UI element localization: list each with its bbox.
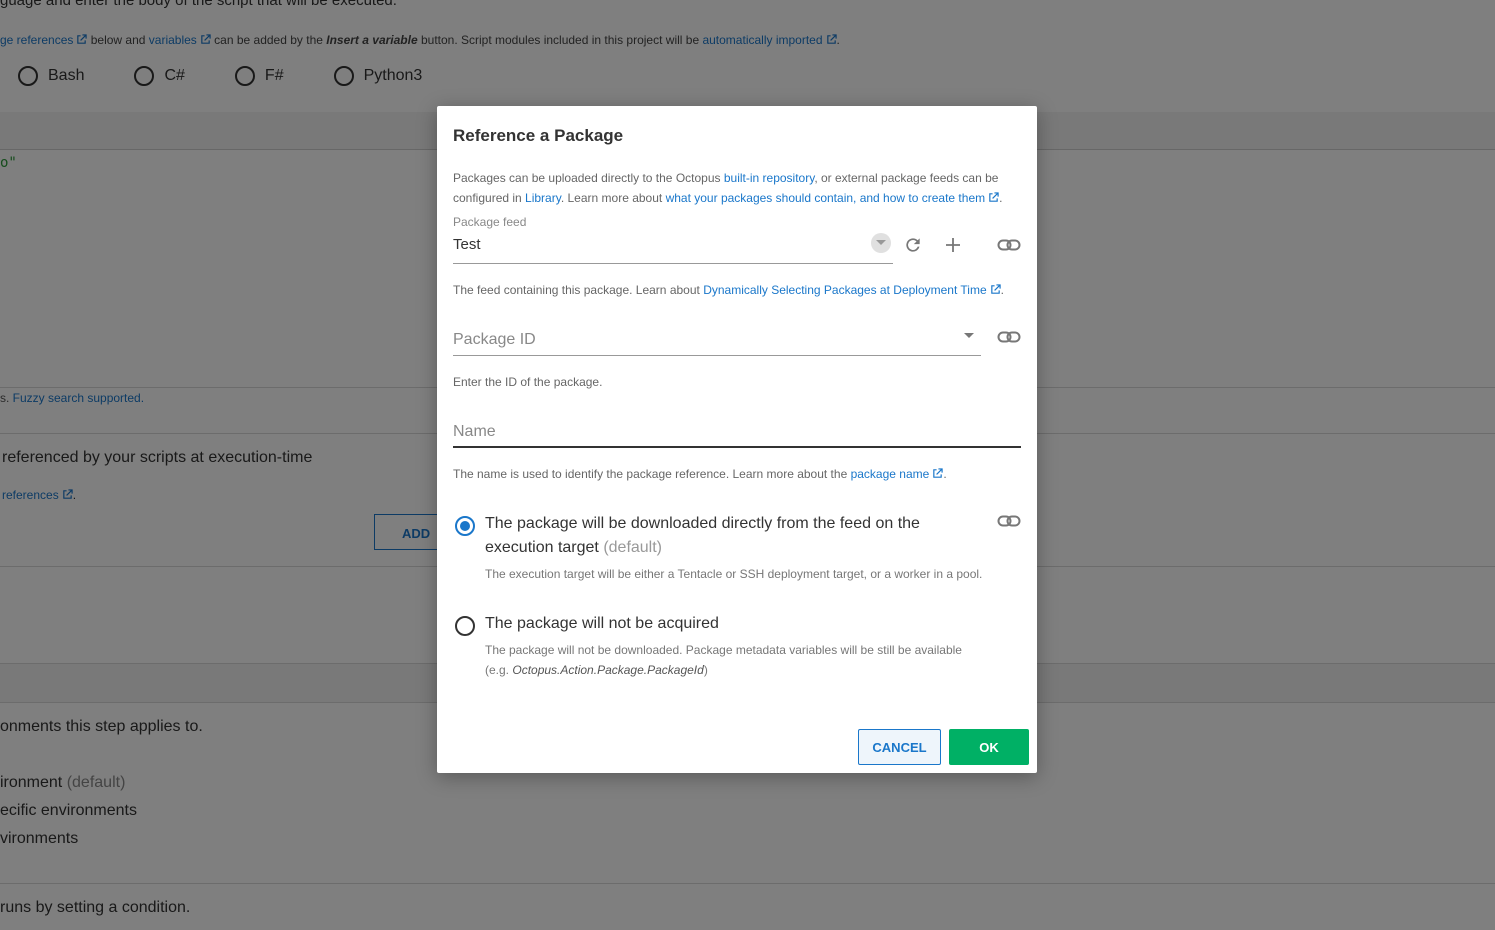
package-feed-select[interactable]: Test	[453, 236, 481, 253]
chevron-down-icon[interactable]	[964, 333, 974, 338]
package-id-underline	[453, 355, 981, 356]
dialog-intro: Packages can be uploaded directly to the…	[453, 171, 1003, 205]
chevron-down-icon[interactable]	[871, 233, 891, 253]
refresh-icon[interactable]	[901, 233, 925, 257]
cancel-button[interactable]: CANCEL	[858, 729, 941, 765]
package-id-help: Enter the ID of the package.	[453, 375, 603, 389]
dynamic-packages-link[interactable]: Dynamically Selecting Packages at Deploy…	[703, 283, 986, 297]
radio-checked-icon[interactable]	[455, 516, 475, 536]
reference-package-dialog: Reference a Package Packages can be uplo…	[437, 106, 1037, 773]
bind-variable-link-icon[interactable]	[997, 233, 1021, 257]
option-not-acquired-help: The package will not be downloaded. Pack…	[485, 643, 962, 677]
library-link[interactable]: Library	[525, 191, 561, 205]
package-name-link[interactable]: package name	[851, 467, 930, 481]
external-link-icon	[990, 284, 1001, 294]
bind-variable-link-icon[interactable]	[997, 509, 1021, 533]
name-help: The name is used to identify the package…	[453, 467, 947, 481]
built-in-repository-link[interactable]: built-in repository	[724, 171, 814, 185]
feed-help: The feed containing this package. Learn …	[453, 283, 1004, 297]
feed-underline	[453, 263, 893, 264]
name-underline	[453, 446, 1021, 448]
name-input[interactable]: Name	[453, 423, 496, 441]
package-contents-link[interactable]: what your packages should contain, and h…	[666, 191, 986, 205]
external-link-icon	[989, 192, 999, 202]
external-link-icon	[933, 468, 943, 478]
radio-unchecked-icon[interactable]	[455, 616, 475, 636]
ok-button[interactable]: OK	[949, 729, 1029, 765]
add-feed-icon[interactable]	[941, 233, 965, 257]
option-download-help: The execution target will be either a Te…	[485, 567, 983, 581]
package-id-input[interactable]: Package ID	[453, 331, 536, 349]
bind-variable-link-icon[interactable]	[997, 325, 1021, 349]
package-feed-label: Package feed	[453, 215, 527, 229]
dialog-title: Reference a Package	[453, 126, 624, 145]
